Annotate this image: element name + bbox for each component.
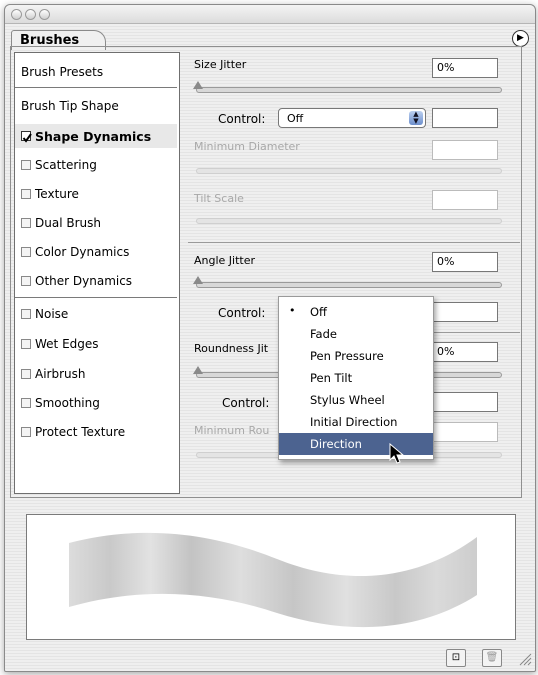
slider-thumb-icon[interactable]	[193, 366, 203, 374]
sidebar-item-label: Protect Texture	[35, 425, 126, 439]
divider	[15, 297, 177, 298]
sidebar-item-label: Brush Tip Shape	[21, 99, 119, 113]
checkbox-icon[interactable]	[21, 398, 31, 408]
sidebar-item-label: Dual Brush	[35, 216, 101, 230]
menu-item-initial-direction[interactable]: Initial Direction	[279, 411, 433, 433]
mouse-cursor-icon	[389, 443, 405, 464]
size-jitter-slider[interactable]	[196, 87, 502, 93]
sidebar-item-scattering[interactable]: Scattering	[15, 153, 177, 177]
minimum-diameter-field[interactable]	[432, 140, 498, 160]
menu-item-direction[interactable]: Direction	[279, 433, 433, 455]
size-jitter-label: Size Jitter	[194, 58, 247, 71]
sidebar-item-airbrush[interactable]: Airbrush	[15, 362, 177, 386]
sidebar-item-label: Shape Dynamics	[35, 128, 152, 144]
sidebar-item-protect-texture[interactable]: Protect Texture	[15, 420, 177, 444]
roundness-jitter-label: Roundness Jit	[194, 342, 269, 355]
control-popup-menu: • Off Fade Pen Pressure Pen Tilt Stylus …	[278, 296, 434, 464]
sidebar-item-label: Scattering	[35, 158, 97, 172]
minimize-button[interactable]	[25, 9, 36, 20]
menu-item-pen-pressure[interactable]: Pen Pressure	[279, 345, 433, 367]
angle-jitter-label: Angle Jitter	[194, 254, 256, 267]
minimum-diameter-label: Minimum Diameter	[194, 140, 300, 153]
sidebar-item-brush-tip-shape[interactable]: Brush Tip Shape	[15, 94, 177, 118]
divider	[15, 87, 177, 88]
checkbox-checked-icon[interactable]	[21, 131, 32, 143]
sidebar-item-label: Texture	[35, 187, 79, 201]
bottom-toolbar: ⊡ 🗑	[4, 646, 534, 670]
panel-menu-button[interactable]: ▶	[512, 30, 529, 47]
size-control-label: Control:	[218, 112, 266, 126]
checkbox-icon[interactable]	[21, 247, 31, 257]
zoom-button[interactable]	[39, 9, 50, 20]
checkbox-icon[interactable]	[21, 218, 31, 228]
selected-bullet-icon: •	[289, 304, 296, 317]
section-divider	[188, 242, 520, 243]
brush-stroke-image	[69, 532, 477, 628]
sidebar-item-label: Airbrush	[35, 367, 86, 381]
select-value: Off	[287, 112, 304, 125]
roundness-control-field[interactable]	[432, 392, 498, 412]
checkbox-icon[interactable]	[21, 369, 31, 379]
sidebar-item-label: Smoothing	[35, 396, 100, 410]
tilt-scale-field[interactable]	[432, 190, 498, 210]
angle-jitter-slider[interactable]	[196, 282, 502, 288]
sidebar-item-wet-edges[interactable]: Wet Edges	[15, 332, 177, 356]
resize-grip-icon[interactable]	[518, 652, 532, 666]
angle-control-field[interactable]	[432, 302, 498, 322]
close-button[interactable]	[11, 9, 22, 20]
checkbox-icon[interactable]	[21, 309, 31, 319]
menu-item-fade[interactable]: Fade	[279, 323, 433, 345]
minimum-roundness-label: Minimum Rou	[194, 424, 270, 437]
roundness-control-label: Control:	[222, 396, 270, 410]
minimum-diameter-slider[interactable]	[196, 168, 502, 174]
slider-thumb-icon[interactable]	[193, 276, 203, 284]
checkbox-icon[interactable]	[21, 189, 31, 199]
sidebar-item-label: Color Dynamics	[35, 245, 130, 259]
triangle-right-icon: ▶	[517, 33, 524, 43]
angle-control-label: Control:	[218, 306, 266, 320]
section-divider	[430, 332, 520, 333]
sidebar-item-dual-brush[interactable]: Dual Brush	[15, 211, 177, 235]
title-bar[interactable]	[5, 5, 535, 24]
sidebar-item-noise[interactable]: Noise	[15, 302, 177, 326]
sidebar-item-label: Other Dynamics	[35, 274, 133, 288]
minimum-roundness-field[interactable]	[432, 422, 498, 442]
sidebar-item-other-dynamics[interactable]: Other Dynamics	[15, 269, 177, 293]
brush-stroke-preview	[26, 514, 516, 640]
menu-item-off[interactable]: • Off	[279, 301, 433, 323]
tilt-scale-label: Tilt Scale	[194, 192, 244, 205]
menu-item-stylus-wheel[interactable]: Stylus Wheel	[279, 389, 433, 411]
trash-icon[interactable]: 🗑	[482, 649, 502, 667]
new-brush-icon[interactable]: ⊡	[446, 649, 466, 667]
sidebar-item-color-dynamics[interactable]: Color Dynamics	[15, 240, 177, 264]
angle-jitter-field[interactable]: 0%	[432, 252, 498, 272]
checkbox-icon[interactable]	[21, 276, 31, 286]
checkbox-icon[interactable]	[21, 160, 31, 170]
slider-thumb-icon[interactable]	[193, 81, 203, 89]
sidebar-item-label: Noise	[35, 307, 69, 321]
sidebar-item-texture[interactable]: Texture	[15, 182, 177, 206]
stepper-arrows-icon: ▲ ▼	[409, 111, 423, 125]
menu-item-pen-tilt[interactable]: Pen Tilt	[279, 367, 433, 389]
sidebar-item-label: Brush Presets	[21, 65, 104, 79]
sidebar-item-smoothing[interactable]: Smoothing	[15, 391, 177, 415]
sidebar-item-label: Wet Edges	[35, 337, 99, 351]
roundness-jitter-field[interactable]: 0%	[432, 342, 498, 362]
size-control-field[interactable]	[432, 108, 498, 128]
sidebar-item-shape-dynamics[interactable]: Shape Dynamics	[15, 124, 177, 148]
size-jitter-field[interactable]: 0%	[432, 58, 498, 78]
menu-item-label: Off	[310, 305, 327, 319]
sidebar-item-brush-presets[interactable]: Brush Presets	[15, 60, 177, 84]
size-control-select[interactable]: Off ▲ ▼	[278, 108, 426, 128]
tilt-scale-slider[interactable]	[196, 218, 502, 224]
brush-settings-list: Brush Presets Brush Tip Shape Shape Dyna…	[14, 52, 180, 494]
checkbox-icon[interactable]	[21, 427, 31, 437]
checkbox-icon[interactable]	[21, 339, 31, 349]
